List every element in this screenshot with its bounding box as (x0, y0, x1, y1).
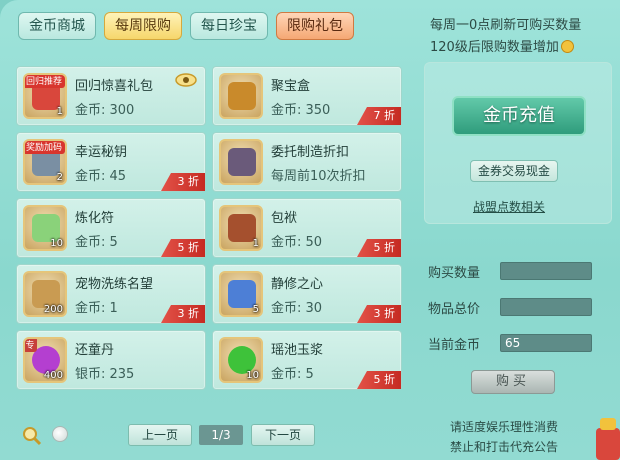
item-price: 金币: 30 (271, 301, 323, 316)
tab-weekly-limited[interactable]: 每周限购 (104, 12, 182, 40)
item-price: 每周前10次折扣 (271, 169, 366, 184)
item-name: 瑶池玉浆 (271, 343, 324, 358)
total-price-label: 物品总价 (428, 302, 481, 317)
item-price: 银币: 235 (75, 367, 135, 382)
item-count: 1 (56, 106, 63, 117)
prev-page-button[interactable]: 上一页 (128, 424, 192, 446)
item-card[interactable]: 专 400 还童丹 银币: 235 (16, 330, 206, 390)
item-name: 炼化符 (75, 211, 115, 226)
magnifier-icon[interactable] (22, 426, 42, 446)
item-price: 金币: 5 (75, 235, 118, 250)
item-price: 金币: 350 (271, 103, 331, 118)
item-price: 金币: 300 (75, 103, 135, 118)
item-thumb: 奖励加码 2 (23, 139, 67, 185)
item-name: 包袱 (271, 211, 298, 226)
hammer-icon (228, 148, 256, 176)
item-thumb (219, 73, 263, 119)
eye-icon[interactable] (175, 73, 197, 87)
shop-window: 金币商城 每周限购 每日珍宝 限购礼包 回归推荐 1 回归惊喜礼包 金币: 30… (0, 0, 620, 460)
discount-badge: 3 折 (357, 305, 401, 323)
item-tag: 专 (25, 339, 37, 352)
tab-bar: 金币商城 每周限购 每日珍宝 限购礼包 (18, 12, 354, 40)
item-grid: 回归推荐 1 回归惊喜礼包 金币: 300 聚宝盒 金币: 350 7 折 奖励… (16, 66, 404, 396)
moderate-play-notice: 请适度娱乐理性消费 (450, 420, 559, 434)
item-thumb: 10 (23, 205, 67, 251)
item-name: 宠物洗练名望 (75, 277, 154, 292)
item-name: 静修之心 (271, 277, 324, 292)
item-count: 400 (43, 370, 63, 381)
exchange-button[interactable]: 金券交易现金 (470, 160, 558, 182)
item-price: 金币: 50 (271, 235, 323, 250)
discount-badge: 5 折 (357, 239, 401, 257)
item-name: 回归惊喜礼包 (75, 79, 154, 94)
discount-badge: 3 折 (161, 173, 205, 191)
item-thumb: 专 400 (23, 337, 67, 383)
item-thumb (219, 139, 263, 185)
item-tag: 回归推荐 (25, 75, 65, 88)
discount-badge: 5 折 (357, 371, 401, 389)
discount-badge: 5 折 (161, 239, 205, 257)
current-gold-label: 当前金币 (428, 338, 481, 353)
item-tag: 奖励加码 (25, 141, 65, 154)
item-thumb: 1 (219, 205, 263, 251)
buy-button[interactable]: 购买 (471, 370, 555, 394)
item-card[interactable]: 聚宝盒 金币: 350 7 折 (212, 66, 402, 126)
item-card[interactable]: 1 包袱 金币: 50 5 折 (212, 198, 402, 258)
alliance-points-link[interactable]: 战盟点数相关 (473, 198, 545, 215)
item-count: 10 (246, 370, 259, 381)
item-price: 金币: 45 (75, 169, 127, 184)
buy-qty-label: 购买数量 (428, 266, 481, 281)
discount-badge: 3 折 (161, 305, 205, 323)
tab-gold-mall[interactable]: 金币商城 (18, 12, 96, 40)
next-page-button[interactable]: 下一页 (251, 424, 315, 446)
total-price-field (500, 298, 592, 316)
item-name: 委托制造折扣 (271, 145, 350, 160)
item-name: 还童丹 (75, 343, 115, 358)
item-thumb: 回归推荐 1 (23, 73, 67, 119)
anti-proxy-recharge-link[interactable]: 禁止和打击代充公告 (450, 438, 558, 455)
item-count: 10 (50, 238, 63, 249)
item-name: 幸运秘钥 (75, 145, 128, 160)
item-count: 1 (252, 238, 259, 249)
item-name: 聚宝盒 (271, 79, 311, 94)
item-card[interactable]: 10 炼化符 金币: 5 5 折 (16, 198, 206, 258)
item-thumb: 10 (219, 337, 263, 383)
item-count: 2 (56, 172, 63, 183)
item-thumb: 200 (23, 271, 67, 317)
recharge-button[interactable]: 金币充值 (452, 96, 586, 136)
tab-limited-gift[interactable]: 限购礼包 (276, 12, 354, 40)
item-count: 5 (252, 304, 259, 315)
item-thumb: 5 (219, 271, 263, 317)
item-card[interactable]: 200 宠物洗练名望 金币: 1 3 折 (16, 264, 206, 324)
page-indicator: 1/3 (199, 425, 243, 445)
refresh-notice: 每周一0点刷新可购买数量 (430, 18, 582, 33)
tab-daily-treasure[interactable]: 每日珍宝 (190, 12, 268, 40)
item-card[interactable]: 5 静修之心 金币: 30 3 折 (212, 264, 402, 324)
item-card[interactable]: 奖励加码 2 幸运秘钥 金币: 45 3 折 (16, 132, 206, 192)
discount-badge: 7 折 (357, 107, 401, 125)
treasure-box-icon (228, 82, 256, 110)
item-price: 金币: 1 (75, 301, 118, 316)
gold-coin-icon (560, 40, 574, 53)
toggle-dot[interactable] (52, 426, 68, 442)
buy-qty-field[interactable] (500, 262, 592, 280)
decoration-icon (596, 418, 620, 460)
item-count: 200 (43, 304, 63, 315)
item-card[interactable]: 10 瑶池玉浆 金币: 5 5 折 (212, 330, 402, 390)
current-gold-field: 65 (500, 334, 592, 352)
item-card[interactable]: 回归推荐 1 回归惊喜礼包 金币: 300 (16, 66, 206, 126)
level-notice: 120级后限购数量增加 (430, 36, 574, 55)
level-notice-text: 120级后限购数量增加 (430, 40, 559, 55)
item-card[interactable]: 委托制造折扣 每周前10次折扣 (212, 132, 402, 192)
item-price: 金币: 5 (271, 367, 314, 382)
